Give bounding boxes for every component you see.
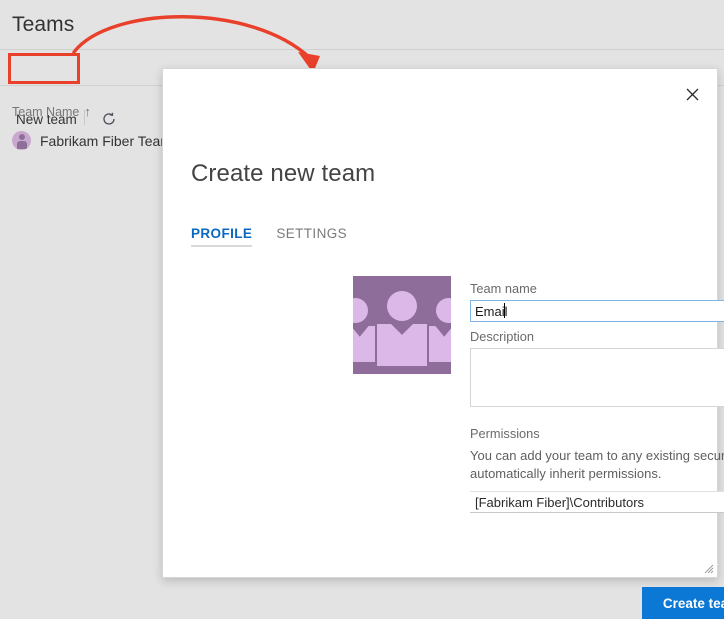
page-title: Teams bbox=[12, 13, 74, 37]
description-textarea[interactable] bbox=[470, 348, 724, 407]
text-cursor bbox=[504, 303, 505, 318]
team-group-icon-figure-right-head bbox=[436, 298, 451, 323]
sort-ascending-icon: ↑ bbox=[84, 104, 91, 119]
refresh-icon[interactable] bbox=[100, 110, 118, 128]
team-name-cell: Fabrikam Fiber Team bbox=[40, 133, 172, 149]
column-header-team-name[interactable]: Team Name ↑ bbox=[12, 104, 91, 119]
team-group-icon-figure-center-body bbox=[377, 324, 427, 366]
permissions-dropdown[interactable]: [Fabrikam Fiber]\Contributors bbox=[470, 491, 724, 513]
table-row[interactable]: Fabrikam Fiber Team bbox=[12, 131, 172, 150]
dialog-title: Create new team bbox=[191, 160, 375, 188]
permissions-label: Permissions bbox=[470, 426, 540, 441]
close-icon[interactable] bbox=[679, 81, 705, 107]
team-group-icon-figure-right-body bbox=[429, 326, 451, 362]
team-group-icon-figure-center-head bbox=[387, 291, 417, 321]
screen: Teams New team Team Name↑ Fabrikam Fiber… bbox=[0, 0, 724, 587]
permissions-selected-value: [Fabrikam Fiber]\Contributors bbox=[475, 495, 644, 510]
create-team-button[interactable]: Create team bbox=[642, 587, 724, 619]
description-label: Description bbox=[470, 329, 534, 344]
create-new-team-dialog: Create new team PROFILE SETTINGS Team na… bbox=[162, 68, 718, 578]
permissions-help-text: You can add your team to any existing se… bbox=[470, 447, 724, 483]
dialog-tabs: PROFILE SETTINGS bbox=[191, 226, 347, 247]
footer-divider bbox=[164, 564, 718, 565]
team-name-input[interactable] bbox=[470, 300, 724, 322]
tab-profile[interactable]: PROFILE bbox=[191, 226, 252, 247]
dialog-resize-grip[interactable] bbox=[704, 564, 714, 574]
team-group-icon-figure-left-body bbox=[353, 326, 375, 362]
team-group-icon-figure-left-head bbox=[353, 298, 368, 323]
team-person-icon bbox=[12, 131, 31, 150]
team-avatar-picker[interactable] bbox=[353, 276, 451, 374]
team-name-label: Team name bbox=[470, 281, 537, 296]
tab-settings[interactable]: SETTINGS bbox=[276, 226, 347, 247]
column-header-label: Team Name bbox=[12, 105, 79, 119]
